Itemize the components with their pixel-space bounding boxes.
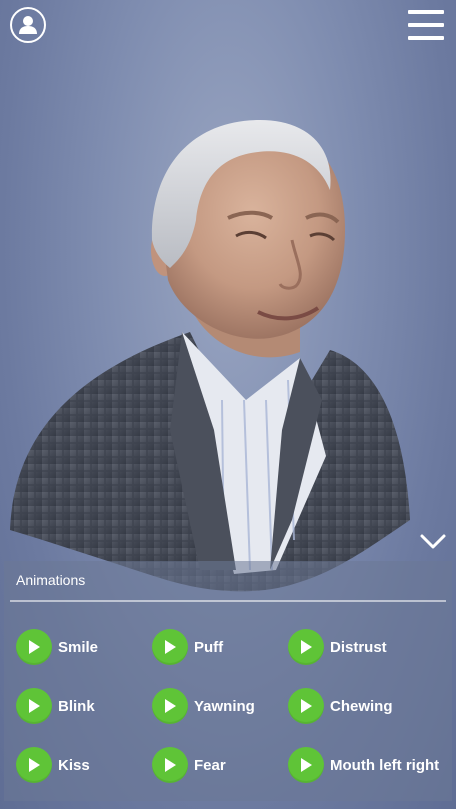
animation-chewing[interactable]: Chewing	[288, 686, 448, 726]
animation-label: Distrust	[330, 638, 387, 656]
top-bar	[0, 0, 456, 56]
animation-label: Fear	[194, 756, 226, 774]
animation-mouth-left-right[interactable]: Mouth left right	[288, 745, 448, 785]
animation-kiss[interactable]: Kiss	[16, 745, 152, 785]
play-icon[interactable]	[152, 629, 188, 665]
animation-fear[interactable]: Fear	[152, 745, 288, 785]
animation-label: Blink	[58, 697, 95, 715]
play-icon[interactable]	[288, 747, 324, 783]
animation-label: Kiss	[58, 756, 90, 774]
hamburger-menu-icon	[408, 10, 444, 14]
play-icon[interactable]	[152, 747, 188, 783]
animation-label: Chewing	[330, 697, 393, 715]
animations-panel: Animations Smile Puff Distrust Blink Yaw…	[4, 561, 452, 801]
play-icon[interactable]	[16, 747, 52, 783]
menu-button[interactable]	[408, 10, 444, 40]
animation-yawning[interactable]: Yawning	[152, 686, 288, 726]
avatar-3d-model[interactable]	[0, 100, 456, 600]
collapse-panel-button[interactable]	[418, 528, 448, 556]
divider	[10, 600, 446, 602]
animation-label: Puff	[194, 638, 224, 656]
animation-blink[interactable]: Blink	[16, 686, 152, 726]
animations-grid: Smile Puff Distrust Blink Yawning Chewin…	[16, 627, 448, 804]
animation-smile[interactable]: Smile	[16, 627, 152, 667]
profile-button[interactable]	[10, 7, 46, 43]
animation-distrust[interactable]: Distrust	[288, 627, 448, 667]
animation-label: Smile	[58, 638, 99, 656]
play-icon[interactable]	[288, 629, 324, 665]
play-icon[interactable]	[152, 688, 188, 724]
animation-puff[interactable]: Puff	[152, 627, 288, 667]
play-icon[interactable]	[16, 688, 52, 724]
animation-label: Mouth left right	[330, 756, 440, 774]
animation-label: Yawning	[194, 697, 255, 715]
play-icon[interactable]	[288, 688, 324, 724]
panel-title: Animations	[16, 572, 86, 588]
user-icon	[15, 12, 41, 38]
play-icon[interactable]	[16, 629, 52, 665]
chevron-down-icon	[418, 534, 448, 560]
